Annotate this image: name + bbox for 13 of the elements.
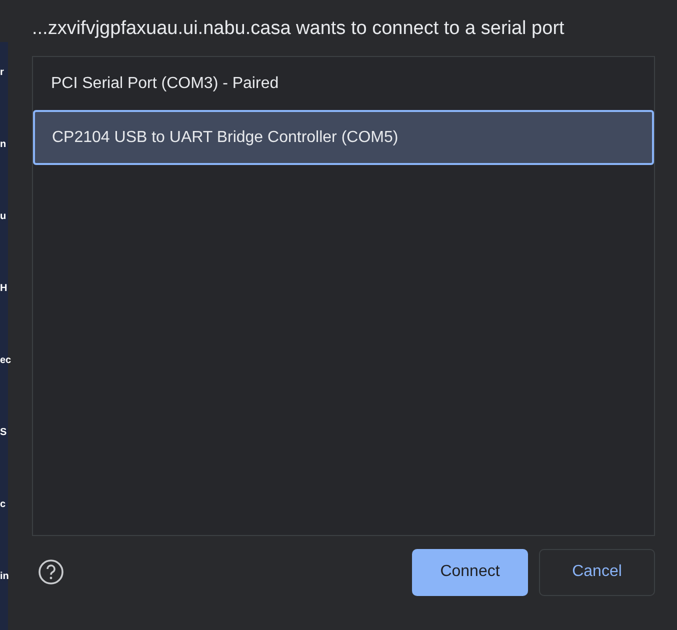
- port-item[interactable]: CP2104 USB to UART Bridge Controller (COM5): [33, 110, 654, 165]
- background-text: H: [0, 282, 8, 296]
- background-text: n: [0, 138, 8, 152]
- background-text: in: [0, 570, 8, 584]
- connect-button[interactable]: Connect: [412, 548, 528, 596]
- background-text: c: [0, 498, 7, 512]
- port-item[interactable]: PCI Serial Port (COM3) - Paired: [33, 57, 654, 110]
- background-text: u: [0, 210, 8, 224]
- dialog-title: ...zxvifvjgpfaxuau.ui.nabu.casa wants to connect to a serial port: [32, 17, 566, 41]
- cancel-button[interactable]: Cancel: [539, 548, 655, 596]
- background-text: r: [0, 66, 5, 80]
- background-text: S: [0, 426, 8, 440]
- help-icon[interactable]: [38, 559, 64, 585]
